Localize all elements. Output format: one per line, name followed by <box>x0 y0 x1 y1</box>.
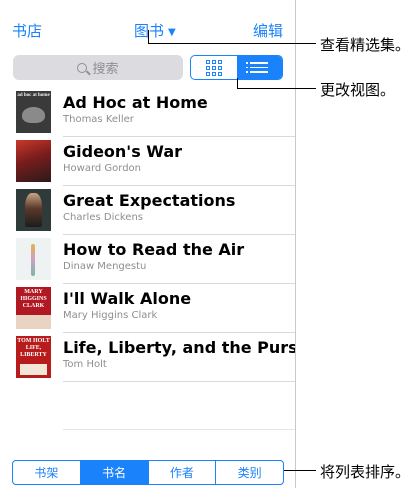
book-cover <box>16 238 51 280</box>
view-switcher <box>190 55 283 80</box>
book-title: I'll Walk Alone <box>63 289 192 308</box>
book-author: Howard Gordon <box>63 163 142 174</box>
list-item[interactable]: Great Expectations Charles Dickens <box>12 186 295 235</box>
callout-change-view: 更改视图。 <box>320 81 396 99</box>
search-input[interactable]: 搜索 <box>13 55 183 80</box>
book-cover: ad hoc at home <box>16 91 51 133</box>
book-author: Tom Holt <box>63 359 107 370</box>
callout-sort-list: 将列表排序。 <box>320 463 411 481</box>
book-title: Ad Hoc at Home <box>63 93 208 112</box>
callout-connector <box>148 30 149 43</box>
cover-art <box>16 315 51 329</box>
book-cover <box>16 189 51 231</box>
cover-lettering: TOM HOLT LIFE, LIBERTY <box>17 338 50 358</box>
list-item[interactable]: MARY HIGGINS CLARK I'll Walk Alone Mary … <box>12 284 295 333</box>
callout-connector <box>237 88 316 89</box>
grid-icon <box>205 59 222 76</box>
list-item[interactable]: TOM HOLT LIFE, LIBERTY Life, Liberty, an… <box>12 333 295 382</box>
book-cover <box>16 140 51 182</box>
sort-shelf-button[interactable]: 书架 <box>13 461 80 484</box>
library-screen: 书店 图书 ▼ 编辑 搜索 ad hoc at home Ad Hoc at Ho… <box>0 0 296 488</box>
collection-title: 图书 <box>134 22 165 40</box>
search-placeholder: 搜索 <box>92 62 119 77</box>
sort-title-button[interactable]: 书名 <box>79 461 148 484</box>
book-title: Gideon's War <box>63 142 183 161</box>
book-author: Charles Dickens <box>63 212 143 223</box>
callout-connector <box>284 470 316 471</box>
book-author: Thomas Keller <box>63 114 134 125</box>
list-item[interactable]: ad hoc at home Ad Hoc at Home Thomas Kel… <box>12 88 295 137</box>
callout-connector <box>148 43 316 44</box>
search-row: 搜索 <box>0 52 295 86</box>
book-list: ad hoc at home Ad Hoc at Home Thomas Kel… <box>12 88 295 382</box>
search-icon <box>77 62 88 73</box>
book-title: How to Read the Air <box>63 240 245 259</box>
book-title: Great Expectations <box>63 191 236 210</box>
sort-category-button[interactable]: 类别 <box>215 461 283 484</box>
sort-segmented-control: 书架 书名 作者 类别 <box>12 460 284 485</box>
book-title: Life, Liberty, and the Purs… <box>63 338 296 357</box>
book-cover: TOM HOLT LIFE, LIBERTY <box>16 336 51 378</box>
book-cover: MARY HIGGINS CLARK <box>16 287 51 329</box>
cover-art <box>31 244 35 276</box>
callout-connector <box>237 78 238 88</box>
callout-collections: 查看精选集。 <box>320 36 411 54</box>
cover-art <box>20 364 47 375</box>
row-divider <box>63 381 295 382</box>
cover-lettering: ad hoc at home <box>17 93 50 98</box>
sort-author-button[interactable]: 作者 <box>147 461 216 484</box>
list-icon <box>246 59 269 76</box>
store-button[interactable]: 书店 <box>12 20 42 41</box>
empty-row-divider <box>63 429 295 430</box>
edit-button[interactable]: 编辑 <box>253 20 283 41</box>
list-item[interactable]: Gideon's War Howard Gordon <box>12 137 295 186</box>
chevron-down-icon: ▼ <box>168 27 176 38</box>
book-author: Mary Higgins Clark <box>63 310 158 321</box>
list-view-button[interactable] <box>236 56 282 79</box>
grid-view-button[interactable] <box>191 56 237 79</box>
list-item[interactable]: How to Read the Air Dinaw Mengestu <box>12 235 295 284</box>
cover-art <box>22 107 45 123</box>
cover-art <box>25 193 42 227</box>
book-author: Dinaw Mengestu <box>63 261 147 272</box>
cover-lettering: MARY HIGGINS CLARK <box>20 289 47 309</box>
collections-title-button[interactable]: 图书 ▼ <box>134 20 176 41</box>
nav-bar: 书店 图书 ▼ 编辑 <box>0 0 295 52</box>
